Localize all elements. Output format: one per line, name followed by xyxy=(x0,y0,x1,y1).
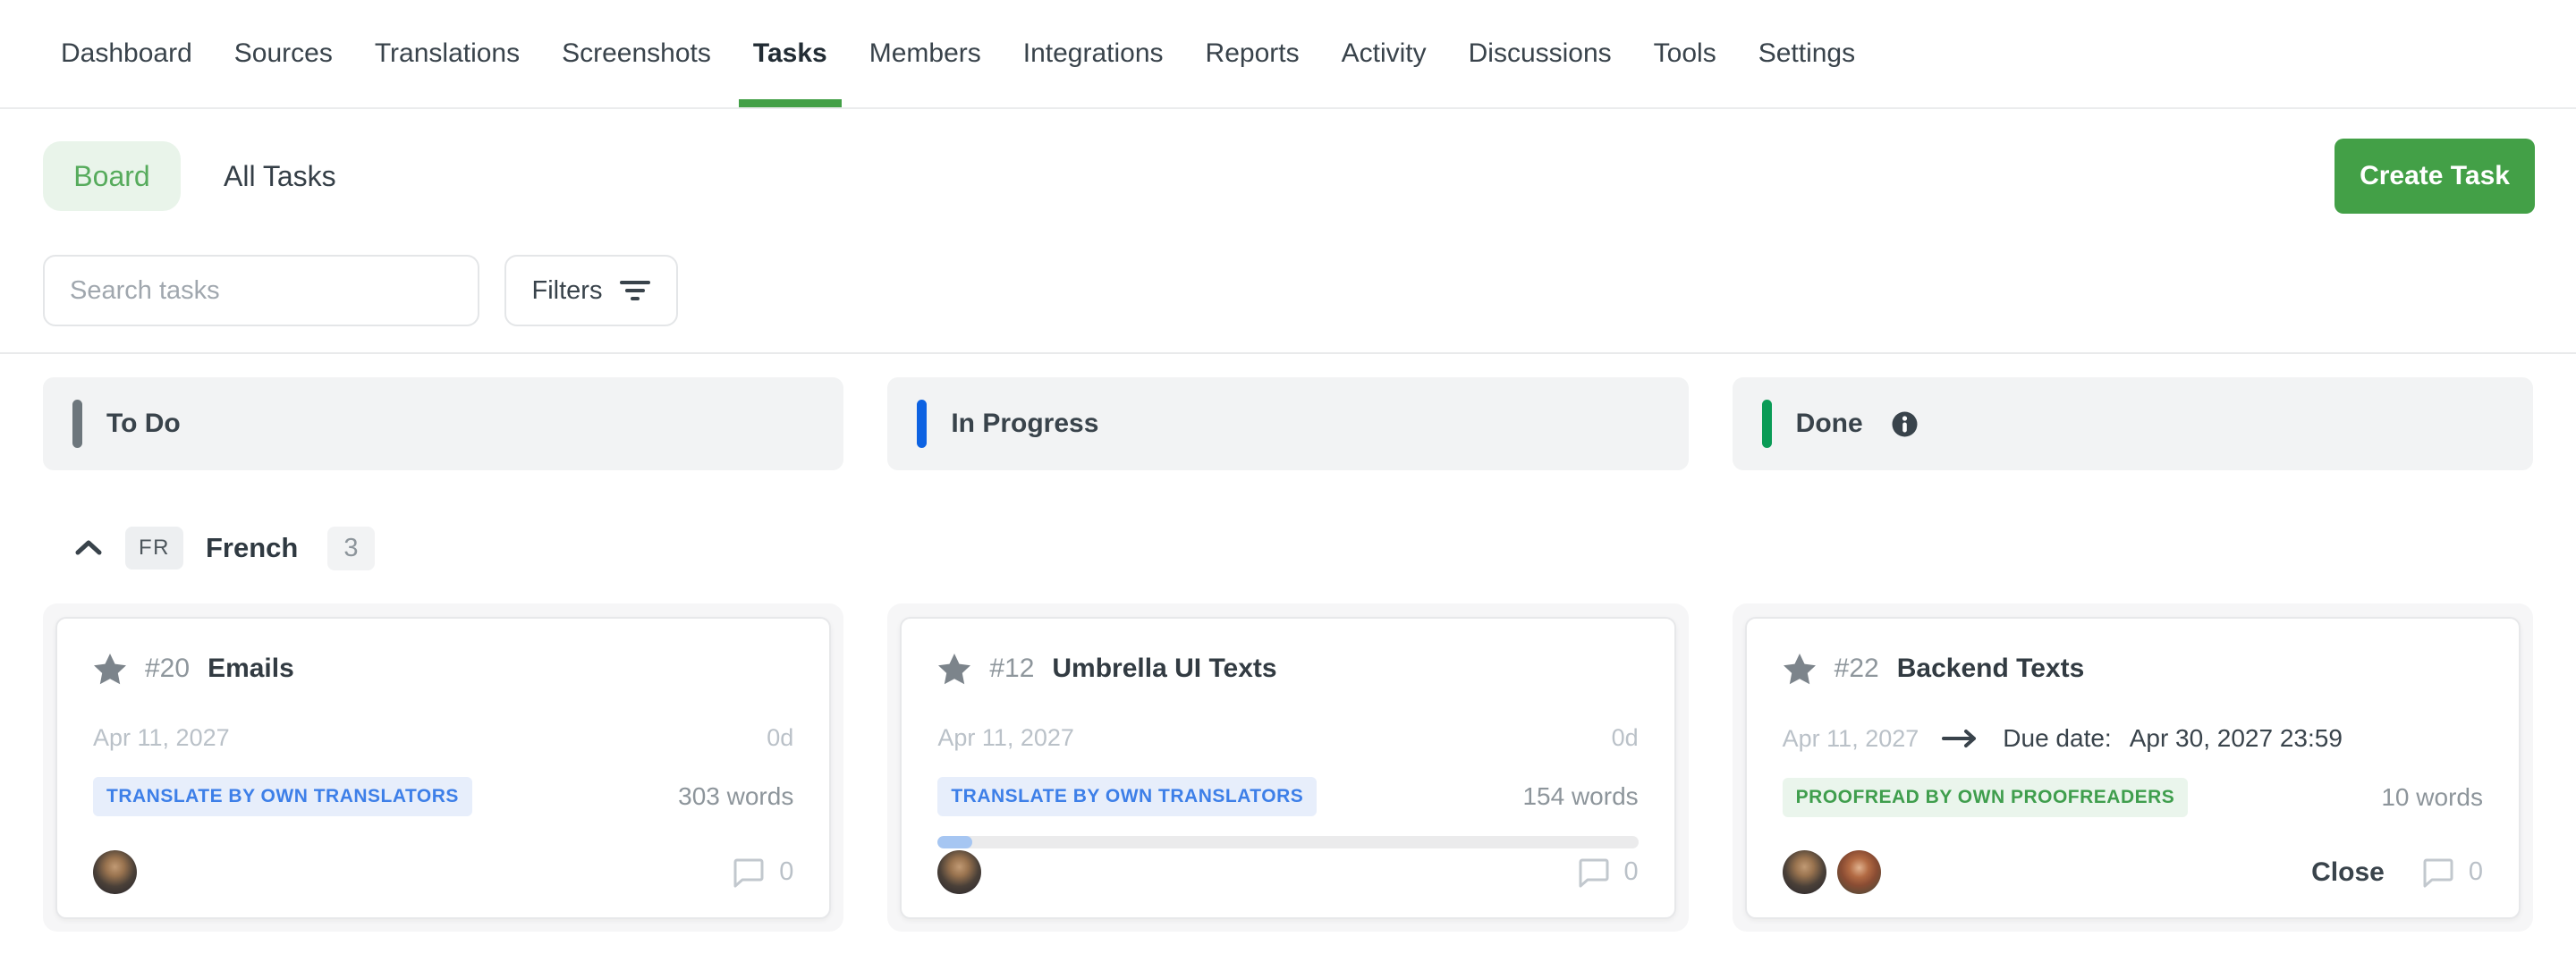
view-toolbar: Board All Tasks Create Task xyxy=(43,139,2535,214)
card-footer: 0 xyxy=(937,850,1638,894)
task-date: Apr 11, 2027 xyxy=(93,724,230,752)
due-date-label: Due date: xyxy=(2003,724,2111,753)
done-column-tray: #22 Backend Texts Apr 11, 2027 Due date:… xyxy=(1733,603,2533,932)
tab-board[interactable]: Board xyxy=(43,141,181,211)
task-type-badge: TRANSLATE BY OWN TRANSLATORS xyxy=(93,777,472,816)
nav-item-reports[interactable]: Reports xyxy=(1206,0,1300,107)
task-date: Apr 11, 2027 xyxy=(937,724,1074,752)
comment-count: 0 xyxy=(1624,857,1639,887)
filter-lines-icon xyxy=(620,278,650,303)
language-name: French xyxy=(206,532,298,564)
card-date-row: Apr 11, 2027 0d xyxy=(937,724,1638,752)
chevron-up-icon[interactable] xyxy=(74,538,103,558)
task-type-badge: TRANSLATE BY OWN TRANSLATORS xyxy=(937,777,1317,816)
card-footer: Close 0 xyxy=(1783,850,2483,894)
language-code-badge: FR xyxy=(125,527,183,570)
card-date-row: Apr 11, 2027 0d xyxy=(93,724,793,752)
comment-bubble-icon xyxy=(733,857,765,888)
word-count: 154 words xyxy=(1522,782,1638,811)
card-title-row: #22 Backend Texts xyxy=(1783,653,2483,685)
task-date: Apr 11, 2027 xyxy=(1783,725,1919,753)
card-date-row: Apr 11, 2027 Due date: Apr 30, 2027 23:5… xyxy=(1783,724,2483,753)
nav-item-activity[interactable]: Activity xyxy=(1342,0,1427,107)
create-task-button[interactable]: Create Task xyxy=(2334,139,2535,214)
section-divider xyxy=(0,352,2576,354)
search-row: Filters xyxy=(43,255,678,326)
column-label: In Progress xyxy=(951,409,1098,439)
card-badge-row: PROOFREAD BY OWN PROOFREADERS 10 words xyxy=(1783,778,2483,817)
task-id: #20 xyxy=(145,654,190,684)
nav-item-sources[interactable]: Sources xyxy=(234,0,333,107)
word-count: 303 words xyxy=(678,782,793,811)
comment-count: 0 xyxy=(2469,857,2483,887)
task-duration: 0d xyxy=(1612,724,1639,752)
comment-counter[interactable]: 0 xyxy=(733,857,793,888)
comment-counter[interactable]: 0 xyxy=(2422,857,2483,888)
comment-count: 0 xyxy=(779,857,793,887)
comment-counter[interactable]: 0 xyxy=(1578,857,1639,888)
card-badge-row: TRANSLATE BY OWN TRANSLATORS 303 words xyxy=(93,777,793,816)
progress-bar xyxy=(937,836,1638,848)
nav-item-tools[interactable]: Tools xyxy=(1654,0,1716,107)
task-id: #12 xyxy=(989,654,1034,684)
nav-item-tasks[interactable]: Tasks xyxy=(753,0,827,107)
task-type-badge: PROOFREAD BY OWN PROOFREADERS xyxy=(1783,778,2189,817)
avatar xyxy=(937,850,981,894)
tab-all-tasks[interactable]: All Tasks xyxy=(224,160,336,193)
task-title: Backend Texts xyxy=(1897,654,2085,684)
column-header-in-progress: In Progress xyxy=(887,377,1688,470)
nav-item-screenshots[interactable]: Screenshots xyxy=(562,0,711,107)
star-icon[interactable] xyxy=(93,653,127,685)
task-count-badge: 3 xyxy=(327,527,374,570)
card-badge-row: TRANSLATE BY OWN TRANSLATORS 154 words xyxy=(937,777,1638,816)
in-progress-color-bar xyxy=(917,400,927,448)
comment-bubble-icon xyxy=(2422,857,2454,888)
avatar xyxy=(1837,850,1881,894)
in-progress-column-tray: #12 Umbrella UI Texts Apr 11, 2027 0d TR… xyxy=(887,603,1688,932)
task-card[interactable]: #22 Backend Texts Apr 11, 2027 Due date:… xyxy=(1745,617,2521,919)
column-header-done: Done xyxy=(1733,377,2533,470)
card-title-row: #12 Umbrella UI Texts xyxy=(937,653,1638,685)
card-footer: 0 xyxy=(93,850,793,894)
filters-button[interactable]: Filters xyxy=(504,255,678,326)
language-group-row: FR French 3 xyxy=(74,521,375,575)
nav-item-integrations[interactable]: Integrations xyxy=(1023,0,1164,107)
word-count: 10 words xyxy=(2381,783,2483,812)
avatar xyxy=(93,850,137,894)
avatar xyxy=(1783,850,1826,894)
task-title: Emails xyxy=(208,654,294,684)
card-title-row: #20 Emails xyxy=(93,653,793,685)
close-task-button[interactable]: Close xyxy=(2311,857,2385,888)
task-card[interactable]: #20 Emails Apr 11, 2027 0d TRANSLATE BY … xyxy=(55,617,831,919)
star-icon[interactable] xyxy=(937,653,971,685)
nav-item-discussions[interactable]: Discussions xyxy=(1469,0,1612,107)
task-duration: 0d xyxy=(767,724,793,752)
nav-item-members[interactable]: Members xyxy=(869,0,981,107)
todo-column-tray: #20 Emails Apr 11, 2027 0d TRANSLATE BY … xyxy=(43,603,843,932)
done-color-bar xyxy=(1762,400,1772,448)
star-icon[interactable] xyxy=(1783,653,1817,685)
column-label: To Do xyxy=(106,409,181,439)
info-icon[interactable] xyxy=(1891,410,1919,438)
board-column-headers: To Do In Progress Done xyxy=(43,377,2533,470)
task-id: #22 xyxy=(1835,654,1879,684)
task-title: Umbrella UI Texts xyxy=(1052,654,1276,684)
todo-color-bar xyxy=(72,400,82,448)
search-input[interactable] xyxy=(43,255,479,326)
due-date-value: Apr 30, 2027 23:59 xyxy=(2130,724,2343,753)
nav-item-settings[interactable]: Settings xyxy=(1758,0,1855,107)
nav-item-dashboard[interactable]: Dashboard xyxy=(61,0,192,107)
task-card[interactable]: #12 Umbrella UI Texts Apr 11, 2027 0d TR… xyxy=(900,617,1675,919)
filters-label: Filters xyxy=(532,276,603,306)
arrow-right-icon xyxy=(1942,728,1979,749)
comment-bubble-icon xyxy=(1578,857,1610,888)
tasks-board-page: Dashboard Sources Translations Screensho… xyxy=(0,0,2576,979)
board: #20 Emails Apr 11, 2027 0d TRANSLATE BY … xyxy=(43,603,2533,932)
top-nav: Dashboard Sources Translations Screensho… xyxy=(0,0,2576,109)
nav-item-translations[interactable]: Translations xyxy=(375,0,520,107)
column-header-todo: To Do xyxy=(43,377,843,470)
progress-fill xyxy=(937,836,972,848)
column-label: Done xyxy=(1796,409,1863,439)
